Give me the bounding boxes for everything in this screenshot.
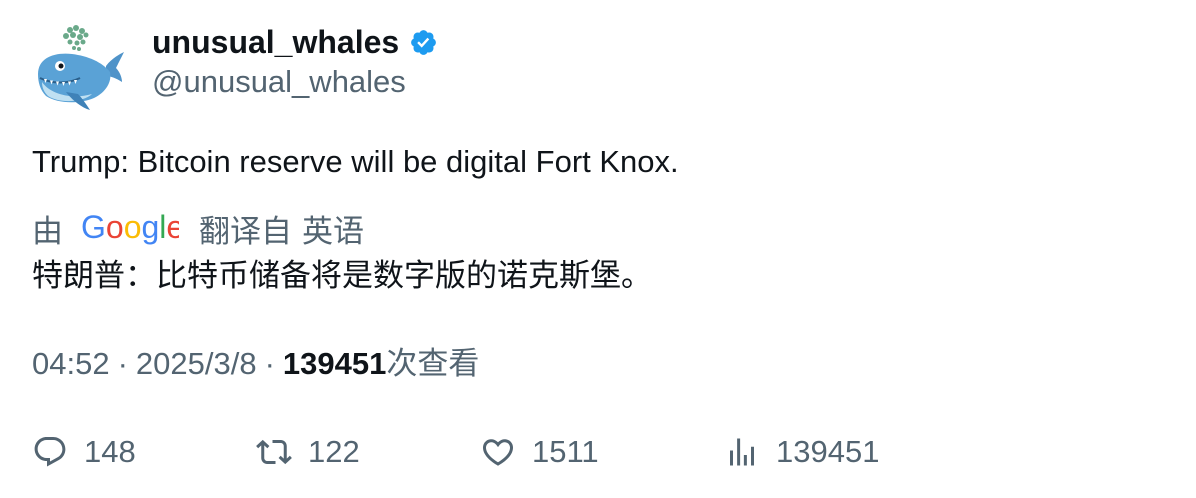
avatar[interactable] — [32, 22, 128, 118]
tweet-card: unusual_whales @unusual_whales Trump: Bi… — [0, 0, 1196, 498]
retweet-count: 122 — [308, 434, 360, 469]
translated-tweet-text: 特朗普：比特币储备将是数字版的诺克斯堡。 — [32, 258, 652, 293]
source-language: 英语 — [302, 213, 364, 249]
google-logo[interactable]: Google — [81, 211, 179, 245]
tweet-text: Trump: Bitcoin reserve will be digital F… — [32, 144, 679, 179]
retweet-icon — [256, 434, 292, 470]
meta-separator: · — [117, 346, 128, 381]
meta-views-label: 次查看 — [386, 346, 480, 381]
author-name-row: unusual_whales — [152, 22, 438, 62]
tweet-meta: 04:52 · 2025/3/8 · 139451次查看 — [32, 344, 479, 384]
heart-icon — [480, 434, 516, 470]
views-button[interactable]: 139451 — [724, 430, 879, 474]
whale-avatar-icon — [32, 22, 128, 118]
google-wordmark-icon: Google — [81, 211, 179, 245]
reply-count: 148 — [84, 434, 136, 469]
like-button[interactable]: 1511 — [480, 430, 599, 474]
author-handle[interactable]: @unusual_whales — [152, 62, 406, 102]
meta-separator: · — [264, 346, 275, 381]
author-display-name[interactable]: unusual_whales — [152, 22, 399, 62]
translation-attribution: 由 Google 翻译自 英语 — [32, 208, 364, 249]
translation-by-prefix: 由 — [32, 213, 63, 249]
retweet-button[interactable]: 122 — [256, 430, 360, 474]
tweet-date[interactable]: 2025/3/8 — [136, 346, 257, 381]
reply-icon — [32, 434, 68, 470]
reply-button[interactable]: 148 — [32, 430, 136, 474]
analytics-icon — [724, 434, 760, 470]
meta-views-count: 139451 — [282, 346, 387, 381]
svg-text:Google: Google — [81, 211, 179, 245]
tweet-time[interactable]: 04:52 — [32, 346, 110, 381]
verified-badge-icon[interactable] — [409, 28, 438, 57]
translated-from-label: 翻译自 — [199, 213, 292, 249]
action-bar: 148 122 1511 139451 — [32, 430, 1152, 474]
like-count: 1511 — [532, 434, 599, 469]
views-count: 139451 — [776, 434, 880, 469]
